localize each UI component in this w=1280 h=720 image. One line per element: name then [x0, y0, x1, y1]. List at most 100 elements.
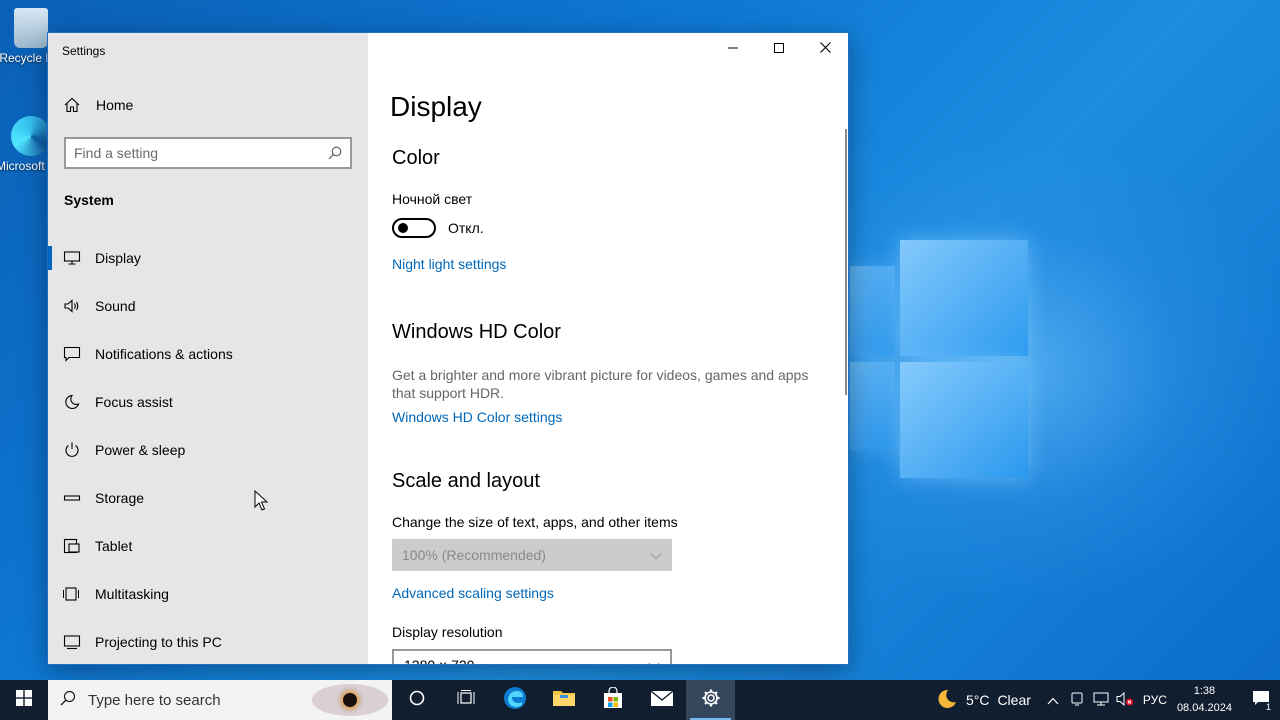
action-center-button[interactable]: 1: [1244, 680, 1280, 720]
sidebar-item-display[interactable]: Display: [48, 234, 368, 282]
section-label: System: [64, 192, 114, 208]
resolution-value: 1280 × 720: [404, 657, 475, 665]
sidebar-item-label: Storage: [95, 490, 145, 506]
volume-muted-icon: [1116, 691, 1134, 709]
windows-start-icon: [16, 689, 32, 711]
sidebar: Settings Home System Display: [48, 33, 368, 664]
maximize-button[interactable]: [756, 33, 802, 65]
window-title: Settings: [62, 44, 106, 58]
night-light-label: Ночной свет: [392, 191, 473, 207]
gear-icon: [701, 688, 721, 713]
network-button[interactable]: [1089, 680, 1113, 720]
scale-dropdown[interactable]: 100% (Recommended): [392, 539, 672, 571]
scale-layout-heading: Scale and layout: [392, 470, 540, 492]
sidebar-item-sound[interactable]: Sound: [48, 282, 368, 330]
start-button[interactable]: [0, 680, 48, 720]
taskbar-settings[interactable]: [686, 680, 735, 720]
sidebar-item-label: Multitasking: [95, 586, 169, 602]
scale-size-label: Change the size of text, apps, and other…: [392, 514, 678, 530]
mail-icon: [650, 689, 674, 712]
multitasking-icon: [63, 585, 81, 603]
color-heading: Color: [392, 147, 440, 169]
toggle-state: Откл.: [448, 220, 484, 236]
weather-condition: Clear: [997, 692, 1031, 708]
store-icon: [602, 685, 624, 714]
sidebar-item-projecting[interactable]: Projecting to this PC: [48, 618, 368, 664]
night-light-toggle[interactable]: [392, 218, 436, 238]
page-title: Display: [390, 91, 482, 122]
search-icon: [60, 690, 76, 711]
taskbar-task-view[interactable]: [441, 680, 490, 720]
sidebar-item-label: Sound: [95, 298, 136, 314]
taskbar-edge[interactable]: [490, 680, 539, 720]
sidebar-item-label: Display: [95, 250, 141, 266]
sidebar-item-tablet[interactable]: Tablet: [48, 522, 368, 570]
task-view-icon: [457, 689, 475, 711]
taskbar-store[interactable]: [588, 680, 637, 720]
power-icon: [63, 441, 81, 459]
recycle-bin-icon: [14, 8, 48, 48]
hd-color-description: Get a brighter and more vibrant picture …: [392, 367, 809, 401]
night-light-settings-link[interactable]: Night light settings: [392, 256, 506, 272]
close-button[interactable]: [802, 33, 848, 65]
sidebar-item-storage[interactable]: Storage: [48, 474, 368, 522]
clock-time: 1:38: [1193, 685, 1216, 697]
weather-temp: 5°C: [965, 692, 990, 708]
taskbar-search-placeholder: Type here to search: [88, 691, 221, 709]
notification-icon: [63, 345, 81, 363]
cortana-icon: [409, 690, 425, 711]
hd-color-settings-link[interactable]: Windows HD Color settings: [392, 409, 562, 425]
resolution-dropdown[interactable]: 1280 × 720: [392, 649, 672, 665]
device-icon: [1070, 692, 1084, 709]
sidebar-item-focus-assist[interactable]: Focus assist: [48, 378, 368, 426]
search-highlight-icon: [312, 680, 392, 720]
sidebar-item-power-sleep[interactable]: Power & sleep: [48, 426, 368, 474]
resolution-label: Display resolution: [392, 624, 503, 640]
sidebar-item-label: Notifications & actions: [95, 346, 233, 362]
find-setting-search[interactable]: [64, 137, 352, 169]
monitor-icon: [63, 249, 81, 267]
weather-widget[interactable]: 5°C Clear: [936, 688, 1031, 713]
system-tray: 5°C Clear РУС 1:38 08.04.2024 1: [936, 680, 1280, 720]
device-tray-button[interactable]: [1065, 680, 1089, 720]
taskbar: Type here to search 5°C Clear РУС 1:38 0…: [0, 680, 1280, 720]
tablet-icon: [63, 537, 81, 555]
home-nav[interactable]: Home: [64, 97, 133, 113]
clock[interactable]: 1:38 08.04.2024: [1177, 683, 1232, 717]
advanced-scaling-link[interactable]: Advanced scaling settings: [392, 585, 554, 601]
speaker-icon: [63, 297, 81, 315]
find-setting-input[interactable]: [74, 145, 328, 161]
night-light-toggle-row: Откл.: [392, 218, 484, 238]
sidebar-nav: Display Sound Notifications & actions Fo…: [48, 234, 368, 664]
taskbar-cortana[interactable]: [392, 680, 441, 720]
storage-icon: [63, 489, 81, 507]
moon-icon: [936, 688, 958, 713]
hd-color-heading: Windows HD Color: [392, 321, 561, 343]
chevron-down-icon: [648, 657, 660, 664]
sidebar-item-label: Projecting to this PC: [95, 634, 222, 650]
content-scrollbar[interactable]: [844, 129, 848, 395]
content-pane: Display Color Ночной свет Откл. Night li…: [368, 33, 848, 664]
home-label: Home: [96, 97, 134, 113]
sidebar-item-notifications[interactable]: Notifications & actions: [48, 330, 368, 378]
language-indicator[interactable]: РУС: [1143, 693, 1167, 707]
taskbar-mail[interactable]: [637, 680, 686, 720]
sidebar-item-multitasking[interactable]: Multitasking: [48, 570, 368, 618]
volume-button[interactable]: [1113, 680, 1137, 720]
folder-icon: [552, 688, 576, 713]
search-icon[interactable]: [328, 146, 342, 160]
notification-count: 1: [1263, 702, 1274, 713]
windows-logo-wallpaper: [850, 240, 1030, 480]
taskbar-file-explorer[interactable]: [539, 680, 588, 720]
scale-value: 100% (Recommended): [402, 547, 546, 563]
minimize-icon: [728, 40, 738, 58]
minimize-button[interactable]: [710, 33, 756, 65]
taskbar-search[interactable]: Type here to search: [48, 680, 392, 720]
home-icon: [64, 97, 80, 113]
sidebar-item-label: Focus assist: [95, 394, 173, 410]
show-hidden-icons-button[interactable]: [1041, 680, 1065, 720]
window-controls: [710, 33, 848, 65]
close-icon: [819, 40, 831, 58]
network-icon: [1093, 692, 1109, 709]
chevron-down-icon: [650, 547, 662, 563]
